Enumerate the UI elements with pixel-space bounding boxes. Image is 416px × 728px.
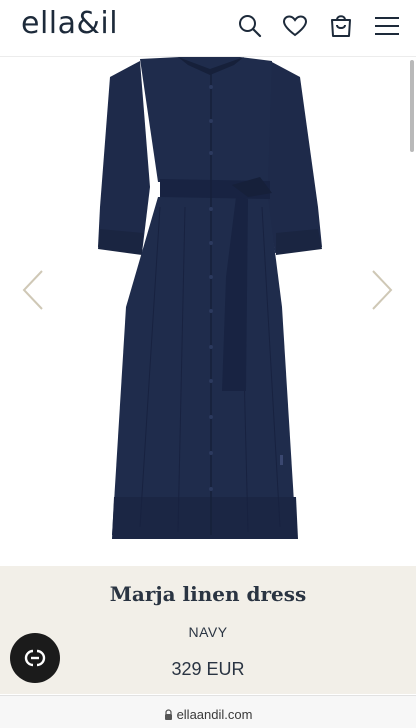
site-header: ella&il <box>0 0 416 57</box>
menu-icon[interactable] <box>373 12 401 40</box>
previous-image-arrow[interactable] <box>21 268 45 312</box>
chat-logo-icon <box>24 649 46 667</box>
url-text: ellaandil.com <box>176 707 253 722</box>
brand-logo[interactable]: ella&il <box>21 6 118 41</box>
url-display[interactable]: ellaandil.com <box>0 707 416 722</box>
product-image-carousel[interactable] <box>0 57 416 566</box>
next-image-arrow[interactable] <box>370 268 394 312</box>
product-price: 329 EUR <box>171 659 245 679</box>
shopping-bag-icon[interactable] <box>327 12 355 40</box>
heart-icon[interactable] <box>281 12 309 40</box>
product-name: Marja linen dress <box>109 582 307 606</box>
lock-icon <box>164 709 172 720</box>
chat-button[interactable] <box>10 633 60 683</box>
product-color: NAVY <box>188 624 228 640</box>
scrollbar[interactable] <box>410 60 414 152</box>
search-icon[interactable] <box>236 12 264 40</box>
product-image <box>98 57 322 539</box>
